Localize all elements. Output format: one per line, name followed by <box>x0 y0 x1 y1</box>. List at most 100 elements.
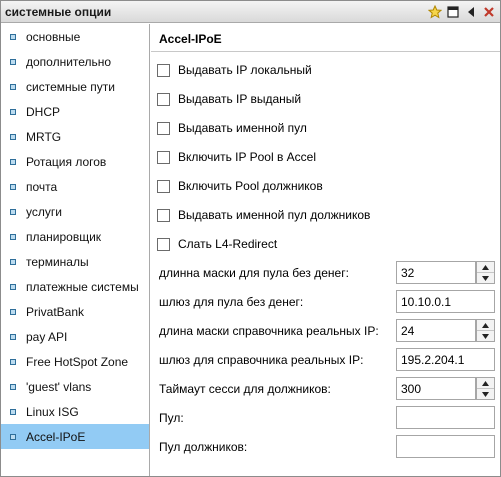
sidebar-item-basic[interactable]: основные <box>1 24 149 49</box>
bullet-icon <box>10 258 16 265</box>
field-label-realip-mask: длина маски справочника реальных IP: <box>159 324 379 338</box>
sidebar-item-guest-vlans[interactable]: 'guest' vlans <box>1 374 149 399</box>
section-header: Accel-IPoE <box>151 28 500 52</box>
checkbox-label: Выдавать IP локальный <box>178 63 312 77</box>
system-options-window: системные опции основные дополнительно с… <box>0 0 501 477</box>
titlebar-icons <box>427 4 497 20</box>
sidebar-item-label: 'guest' vlans <box>26 379 92 394</box>
realip-gateway-input[interactable] <box>396 348 495 371</box>
checkbox-label: Выдавать именной пул должников <box>178 208 371 222</box>
bullet-icon <box>10 233 16 240</box>
sidebar-item-label: почта <box>26 179 58 194</box>
sidebar-item-pay-api[interactable]: pay API <box>1 324 149 349</box>
checkbox-row-enable-ip-pool[interactable]: Включить IP Pool в Accel <box>157 148 316 166</box>
checkbox[interactable] <box>157 179 170 193</box>
checkbox[interactable] <box>157 237 170 251</box>
sidebar-item-mrtg[interactable]: MRTG <box>1 124 149 149</box>
window-titlebar: системные опции <box>1 1 500 23</box>
spin-up-icon[interactable] <box>477 262 494 273</box>
sidebar-item-label: системные пути <box>26 79 115 94</box>
settings-panel: Accel-IPoE Выдавать IP локальный Выдават… <box>151 24 500 476</box>
sidebar-item-mail[interactable]: почта <box>1 174 149 199</box>
spin-down-icon[interactable] <box>477 331 494 342</box>
close-icon[interactable] <box>481 4 497 20</box>
checkbox[interactable] <box>157 208 170 222</box>
checkbox-label: Включить IP Pool в Accel <box>178 150 317 164</box>
checkbox-row-issue-named-pool[interactable]: Выдавать именной пул <box>157 119 307 137</box>
sidebar-item-label: Ротация логов <box>26 154 107 169</box>
window-title: системные опции <box>5 5 112 19</box>
checkbox[interactable] <box>157 150 170 164</box>
spin-down-icon[interactable] <box>477 273 494 284</box>
bullet-icon <box>10 108 16 115</box>
spin-up-icon[interactable] <box>477 320 494 331</box>
sidebar-item-system-paths[interactable]: системные пути <box>1 74 149 99</box>
bullet-icon <box>10 158 16 165</box>
nomoney-mask-input[interactable] <box>396 261 476 284</box>
bullet-icon <box>10 83 16 90</box>
options-sidebar: основные дополнительно системные пути DH… <box>1 24 150 476</box>
sidebar-item-label: Free HotSpot Zone <box>26 354 129 369</box>
collapse-left-icon[interactable] <box>463 4 479 20</box>
bullet-icon <box>10 433 16 440</box>
bullet-icon <box>10 358 16 365</box>
checkbox-label: Выдавать IP выданый <box>178 92 302 106</box>
sidebar-item-label: основные <box>26 29 81 44</box>
sidebar-item-label: Linux ISG <box>26 404 79 419</box>
field-label-nomoney-mask: длинна маски для пула без денег: <box>159 266 349 280</box>
realip-mask-spinner <box>476 319 495 342</box>
field-label-pool: Пул: <box>159 411 184 425</box>
spin-down-icon[interactable] <box>477 389 494 400</box>
nomoney-gateway-input[interactable] <box>396 290 495 313</box>
sidebar-item-label: услуги <box>26 204 62 219</box>
sidebar-item-label: терминалы <box>26 254 89 269</box>
checkbox-label: Слать L4-Redirect <box>178 237 278 251</box>
section-title: Accel-IPoE <box>159 32 222 46</box>
checkbox-row-debtors-named-pool[interactable]: Выдавать именной пул должников <box>157 206 370 224</box>
bullet-icon <box>10 283 16 290</box>
realip-mask-input[interactable] <box>396 319 476 342</box>
bullet-icon <box>10 58 16 65</box>
field-label-debtors-pool: Пул должников: <box>159 440 248 454</box>
maximize-icon[interactable] <box>445 4 461 20</box>
debtor-timeout-input[interactable] <box>396 377 476 400</box>
checkbox[interactable] <box>157 92 170 106</box>
debtors-pool-input[interactable] <box>396 435 495 458</box>
bullet-icon <box>10 308 16 315</box>
checkbox-label: Выдавать именной пул <box>178 121 307 135</box>
sidebar-item-free-hotspot-zone[interactable]: Free HotSpot Zone <box>1 349 149 374</box>
bullet-icon <box>10 33 16 40</box>
checkbox-row-issue-ip-assigned[interactable]: Выдавать IP выданый <box>157 90 301 108</box>
sidebar-item-payment-systems[interactable]: платежные системы <box>1 274 149 299</box>
checkbox-label: Включить Pool должников <box>178 179 323 193</box>
sidebar-item-terminals[interactable]: терминалы <box>1 249 149 274</box>
sidebar-item-accel-ipoe[interactable]: Accel-IPoE <box>1 424 149 449</box>
sidebar-item-additional[interactable]: дополнительно <box>1 49 149 74</box>
sidebar-item-label: платежные системы <box>26 279 139 294</box>
sidebar-item-label: PrivatBank <box>26 304 85 319</box>
bullet-icon <box>10 133 16 140</box>
sidebar-item-scheduler[interactable]: планировщик <box>1 224 149 249</box>
sidebar-item-dhcp[interactable]: DHCP <box>1 99 149 124</box>
field-label-realip-gateway: шлюз для справочника реальных IP: <box>159 353 364 367</box>
sidebar-item-privatbank[interactable]: PrivatBank <box>1 299 149 324</box>
sidebar-item-linux-isg[interactable]: Linux ISG <box>1 399 149 424</box>
checkbox-row-l4-redirect[interactable]: Слать L4-Redirect <box>157 235 277 253</box>
bullet-icon <box>10 383 16 390</box>
bullet-icon <box>10 208 16 215</box>
sidebar-item-label: pay API <box>26 329 68 344</box>
sidebar-item-services[interactable]: услуги <box>1 199 149 224</box>
star-icon[interactable] <box>427 4 443 20</box>
spin-up-icon[interactable] <box>477 378 494 389</box>
checkbox-row-issue-ip-local[interactable]: Выдавать IP локальный <box>157 61 312 79</box>
pool-input[interactable] <box>396 406 495 429</box>
sidebar-item-label: MRTG <box>26 129 62 144</box>
field-label-nomoney-gateway: шлюз для пула без денег: <box>159 295 304 309</box>
checkbox[interactable] <box>157 63 170 77</box>
checkbox-row-enable-debtors-pool[interactable]: Включить Pool должников <box>157 177 323 195</box>
bullet-icon <box>10 408 16 415</box>
sidebar-item-log-rotation[interactable]: Ротация логов <box>1 149 149 174</box>
debtor-timeout-spinner <box>476 377 495 400</box>
sidebar-item-label: планировщик <box>26 229 102 244</box>
checkbox[interactable] <box>157 121 170 135</box>
